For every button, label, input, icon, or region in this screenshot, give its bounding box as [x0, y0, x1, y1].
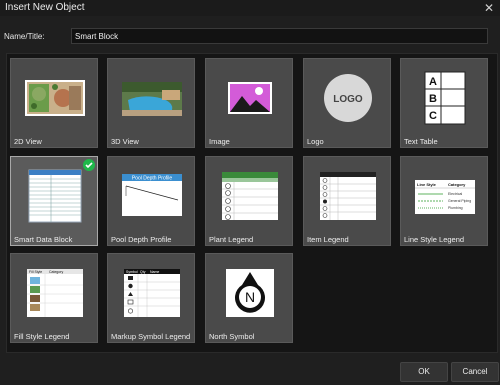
object-label: Text Table: [404, 137, 438, 146]
svg-text:N: N: [245, 289, 255, 305]
svg-text:Pool Depth Profile: Pool Depth Profile: [132, 176, 173, 182]
svg-text:A: A: [429, 76, 437, 88]
object-plant-legend[interactable]: Plant Legend: [205, 156, 293, 246]
object-label: Pool Depth Profile: [111, 235, 172, 244]
svg-text:General Piping: General Piping: [448, 199, 471, 203]
object-logo[interactable]: LOGO Logo: [303, 58, 391, 148]
item-legend-thumbnail: [320, 172, 376, 220]
fill-style-legend-thumbnail: Fill Style Category: [27, 269, 83, 317]
pool-depth-thumbnail: Pool Depth Profile: [122, 174, 182, 216]
object-label: Smart Data Block: [14, 235, 73, 244]
ok-button[interactable]: OK: [400, 362, 448, 382]
object-north-symbol[interactable]: N North Symbol: [205, 253, 293, 343]
name-title-input[interactable]: Smart Block: [71, 28, 488, 44]
object-label: North Symbol: [209, 332, 255, 341]
svg-text:B: B: [429, 93, 437, 105]
object-label: 3D View: [111, 137, 139, 146]
object-3d-view[interactable]: 3D View: [107, 58, 195, 148]
close-button[interactable]: ✕: [482, 0, 496, 16]
pool-render-thumbnail: [122, 82, 182, 116]
object-label: Markup Symbol Legend: [111, 332, 191, 341]
object-text-table[interactable]: A B C Text Table: [400, 58, 488, 148]
logo-icon: LOGO: [324, 74, 372, 122]
svg-text:LOGO: LOGO: [333, 94, 363, 105]
svg-text:Name: Name: [150, 270, 159, 274]
insert-new-object-dialog: Insert New Object ✕ Name/Title: Smart Bl…: [0, 0, 500, 385]
svg-text:Symbol: Symbol: [126, 270, 138, 274]
object-label: Item Legend: [307, 235, 349, 244]
object-pool-depth-profile[interactable]: Pool Depth Profile Pool Depth Profile: [107, 156, 195, 246]
title-bar: Insert New Object ✕: [0, 0, 500, 16]
svg-text:Electrical: Electrical: [448, 192, 462, 196]
object-label: Logo: [307, 137, 324, 146]
svg-text:Qty: Qty: [140, 270, 146, 274]
object-image[interactable]: Image: [205, 58, 293, 148]
selected-check-icon: [83, 159, 95, 171]
object-item-legend[interactable]: Item Legend: [303, 156, 391, 246]
image-icon: [228, 82, 272, 114]
name-row: Name/Title: Smart Block: [0, 28, 500, 46]
svg-text:C: C: [429, 110, 437, 122]
object-grid: 2D View 3D View Image LOGO Logo A B C Te…: [6, 53, 498, 353]
object-fill-style-legend[interactable]: Fill Style Category Fill Style Legend: [10, 253, 98, 343]
cancel-button[interactable]: Cancel: [451, 362, 499, 382]
plant-legend-thumbnail: [222, 172, 278, 220]
object-2d-view[interactable]: 2D View: [10, 58, 98, 148]
plan-view-thumbnail: [25, 80, 85, 116]
name-label: Name/Title:: [4, 32, 45, 41]
text-table-icon: A B C: [424, 71, 466, 125]
object-label: Plant Legend: [209, 235, 254, 244]
line-style-legend-thumbnail: Line Style Category Electrical General P…: [415, 180, 475, 214]
object-markup-symbol-legend[interactable]: Symbol Qty Name Markup Symbol Legend: [107, 253, 195, 343]
svg-text:Line Style: Line Style: [417, 182, 437, 187]
dialog-title: Insert New Object: [5, 2, 85, 13]
svg-text:Fill Style: Fill Style: [29, 270, 42, 274]
object-smart-data-block[interactable]: Smart Data Block: [10, 156, 98, 246]
north-arrow-icon: N: [226, 269, 274, 317]
object-label: 2D View: [14, 137, 42, 146]
svg-text:Plumbing: Plumbing: [448, 206, 463, 210]
svg-text:Category: Category: [49, 270, 63, 274]
data-block-thumbnail: [28, 169, 82, 223]
object-label: Image: [209, 137, 230, 146]
markup-symbol-legend-thumbnail: Symbol Qty Name: [124, 269, 180, 317]
object-line-style-legend[interactable]: Line Style Category Electrical General P…: [400, 156, 488, 246]
object-label: Line Style Legend: [404, 235, 465, 244]
object-label: Fill Style Legend: [14, 332, 70, 341]
svg-text:Category: Category: [448, 182, 466, 187]
